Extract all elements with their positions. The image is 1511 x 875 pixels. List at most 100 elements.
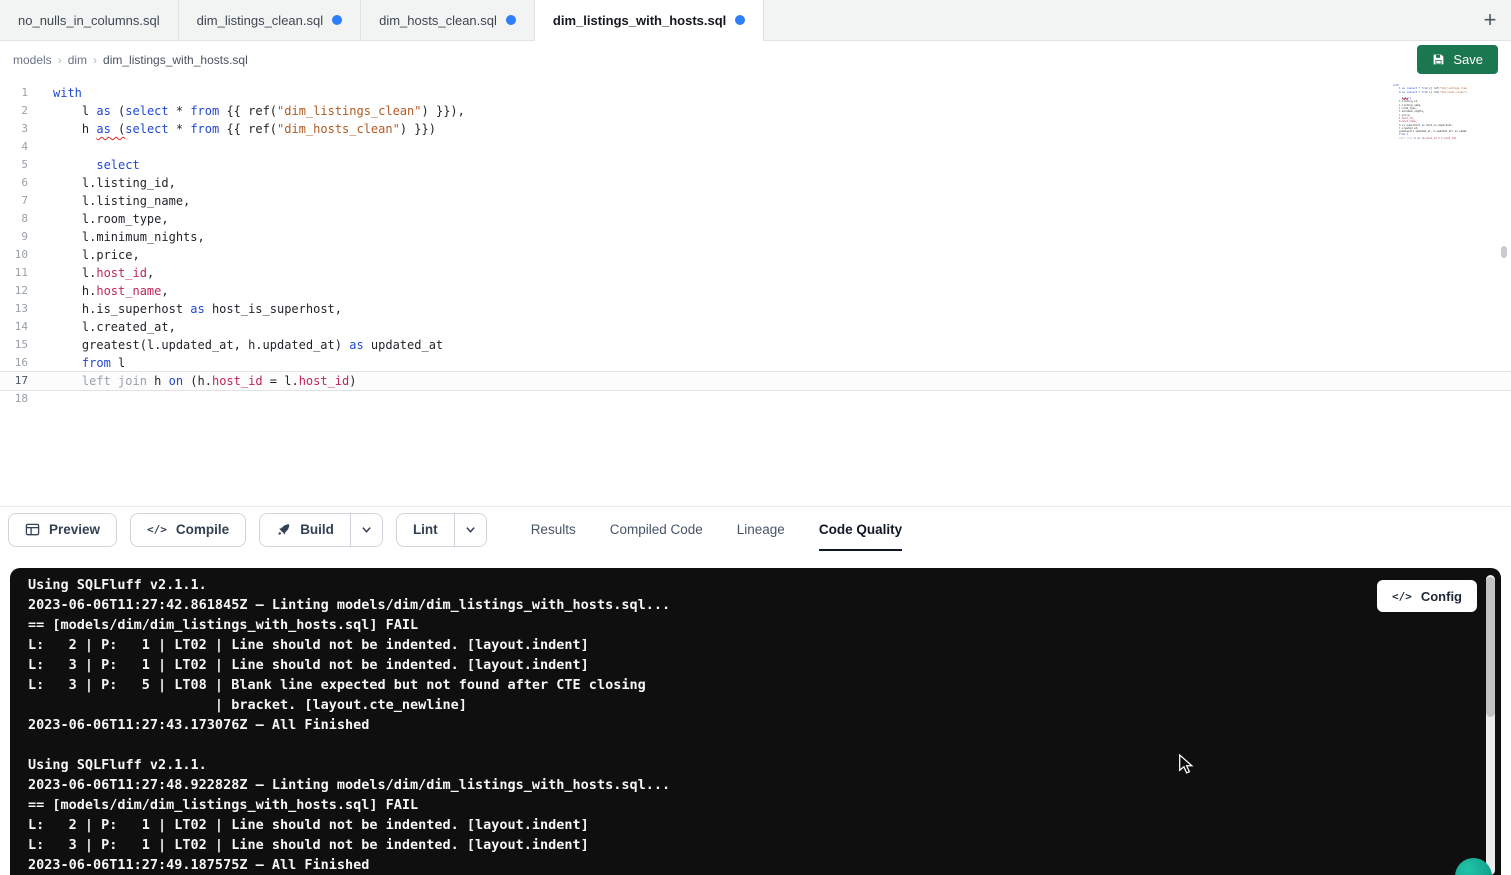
code-line[interactable]: 2 l as (select * from {{ ref("dim_listin… (0, 102, 1511, 120)
terminal-line: == [models/dim/dim_listings_with_hosts.s… (28, 615, 1501, 635)
breadcrumb-item[interactable]: dim (68, 53, 87, 67)
code-line[interactable]: 5 select (0, 156, 1511, 174)
result-tab-compiled-code[interactable]: Compiled Code (610, 507, 703, 552)
line-number: 16 (0, 354, 28, 372)
code-line[interactable]: 18 (0, 390, 1511, 408)
line-number: 10 (0, 246, 28, 264)
mouse-cursor (1178, 754, 1194, 775)
compile-label: Compile (176, 522, 229, 537)
breadcrumb: models›dim›dim_listings_with_hosts.sql (13, 53, 248, 67)
line-number: 1 (0, 84, 28, 102)
code-line[interactable]: 7 l.listing_name, (0, 192, 1511, 210)
breadcrumb-bar: models›dim›dim_listings_with_hosts.sql S… (0, 41, 1511, 78)
terminal-line (28, 735, 1501, 755)
config-label: Config (1421, 589, 1462, 604)
code-line[interactable]: 9 l.minimum_nights, (0, 228, 1511, 246)
line-number: 9 (0, 228, 28, 246)
build-label: Build (300, 522, 334, 537)
code-lines: 1with2 l as (select * from {{ ref("dim_l… (0, 78, 1511, 408)
line-number: 15 (0, 336, 28, 354)
build-button[interactable]: Build (259, 513, 351, 547)
editor-tab-bar: no_nulls_in_columns.sql dim_listings_clea… (0, 0, 1511, 41)
tab-label: dim_listings_clean.sql (197, 13, 323, 28)
code-line[interactable]: 16 from l (0, 354, 1511, 372)
terminal-line: == [models/dim/dim_listings_with_hosts.s… (28, 795, 1501, 815)
lint-dropdown-button[interactable] (454, 513, 487, 547)
terminal-line: L: 3 | P: 5 | LT08 | Blank line expected… (28, 675, 1501, 695)
compile-button[interactable]: </> Compile (130, 513, 246, 547)
code-line[interactable]: 6 l.listing_id, (0, 174, 1511, 192)
editor-scrollbar-thumb[interactable] (1501, 246, 1507, 258)
code-editor[interactable]: 1with2 l as (select * from {{ ref("dim_l… (0, 78, 1511, 506)
new-tab-button[interactable]: + (1469, 0, 1511, 40)
code-line[interactable]: 3 h as (select * from {{ ref("dim_hosts_… (0, 120, 1511, 138)
code-icon: </> (1392, 590, 1412, 603)
result-tab-results[interactable]: Results (531, 507, 576, 552)
lint-button[interactable]: Lint (396, 513, 455, 547)
terminal-scrollbar[interactable] (1486, 575, 1495, 875)
line-number: 11 (0, 264, 28, 282)
line-number: 8 (0, 210, 28, 228)
line-number: 3 (0, 120, 28, 138)
line-number: 6 (0, 174, 28, 192)
editor-scrollbar[interactable] (1500, 78, 1508, 506)
editor-tab[interactable]: dim_listings_with_hosts.sql (535, 0, 764, 40)
code-line[interactable]: 13 h.is_superhost as host_is_superhost, (0, 300, 1511, 318)
terminal-line: 2023-06-06T11:27:49.187575Z — All Finish… (28, 855, 1501, 875)
breadcrumb-separator: › (93, 53, 97, 67)
code-line[interactable]: 1with (0, 84, 1511, 102)
editor-tab[interactable]: no_nulls_in_columns.sql (0, 0, 179, 40)
terminal-line: 2023-06-06T11:27:43.173076Z — All Finish… (28, 715, 1501, 735)
line-number: 14 (0, 318, 28, 336)
terminal-line: L: 2 | P: 1 | LT02 | Line should not be … (28, 815, 1501, 835)
lint-label: Lint (413, 522, 438, 537)
preview-button[interactable]: Preview (8, 513, 117, 547)
result-tab-lineage[interactable]: Lineage (737, 507, 785, 552)
editor-tab[interactable]: dim_hosts_clean.sql (361, 0, 535, 40)
tab-label: dim_hosts_clean.sql (379, 13, 497, 28)
result-tab-code-quality[interactable]: Code Quality (819, 507, 902, 552)
terminal-line: L: 3 | P: 1 | LT02 | Line should not be … (28, 655, 1501, 675)
unsaved-changes-dot (506, 15, 516, 25)
save-label: Save (1453, 52, 1483, 67)
lint-split-button: Lint (396, 513, 487, 547)
code-line[interactable]: 15 greatest(l.updated_at, h.updated_at) … (0, 336, 1511, 354)
terminal-line: L: 2 | P: 1 | LT02 | Line should not be … (28, 635, 1501, 655)
build-dropdown-button[interactable] (350, 513, 383, 547)
terminal-line: 2023-06-06T11:27:48.922828Z — Linting mo… (28, 775, 1501, 795)
rocket-icon (276, 522, 291, 537)
chevron-down-icon (361, 524, 372, 535)
code-line[interactable]: 17 left join h on (h.host_id = l.host_id… (0, 372, 1511, 390)
preview-table-icon (25, 522, 40, 537)
code-line[interactable]: 10 l.price, (0, 246, 1511, 264)
breadcrumb-item[interactable]: dim_listings_with_hosts.sql (103, 53, 248, 67)
code-line[interactable]: 4 (0, 138, 1511, 156)
line-number: 12 (0, 282, 28, 300)
terminal-line: L: 3 | P: 1 | LT02 | Line should not be … (28, 835, 1501, 855)
preview-label: Preview (49, 522, 100, 537)
line-number: 13 (0, 300, 28, 318)
code-line[interactable]: 8 l.room_type, (0, 210, 1511, 228)
code-icon: </> (147, 523, 167, 536)
save-icon (1432, 53, 1445, 66)
chevron-down-icon (465, 524, 476, 535)
code-line[interactable]: 11 l.host_id, (0, 264, 1511, 282)
terminal-scrollbar-thumb[interactable] (1486, 577, 1495, 717)
code-line[interactable]: 12 h.host_name, (0, 282, 1511, 300)
terminal-line: 2023-06-06T11:27:42.861845Z — Linting mo… (28, 595, 1501, 615)
unsaved-changes-dot (332, 15, 342, 25)
save-button[interactable]: Save (1417, 45, 1498, 74)
terminal-line: Using SQLFluff v2.1.1. (28, 755, 1501, 775)
line-number: 18 (0, 390, 28, 408)
breadcrumb-item[interactable]: models (13, 53, 52, 67)
editor-tab[interactable]: dim_listings_clean.sql (179, 0, 361, 40)
terminal-line: | bracket. [layout.cte_newline] (28, 695, 1501, 715)
config-button[interactable]: </> Config (1377, 580, 1477, 612)
terminal-panel: Using SQLFluff v2.1.1.2023-06-06T11:27:4… (10, 568, 1501, 875)
code-line[interactable]: 14 l.created_at, (0, 318, 1511, 336)
ide-window: no_nulls_in_columns.sql dim_listings_clea… (0, 0, 1511, 875)
line-number: 4 (0, 138, 28, 156)
line-number: 5 (0, 156, 28, 174)
unsaved-changes-dot (735, 15, 745, 25)
minimap[interactable]: with l as (select * from {{ ref("dim_lis… (1393, 84, 1467, 143)
